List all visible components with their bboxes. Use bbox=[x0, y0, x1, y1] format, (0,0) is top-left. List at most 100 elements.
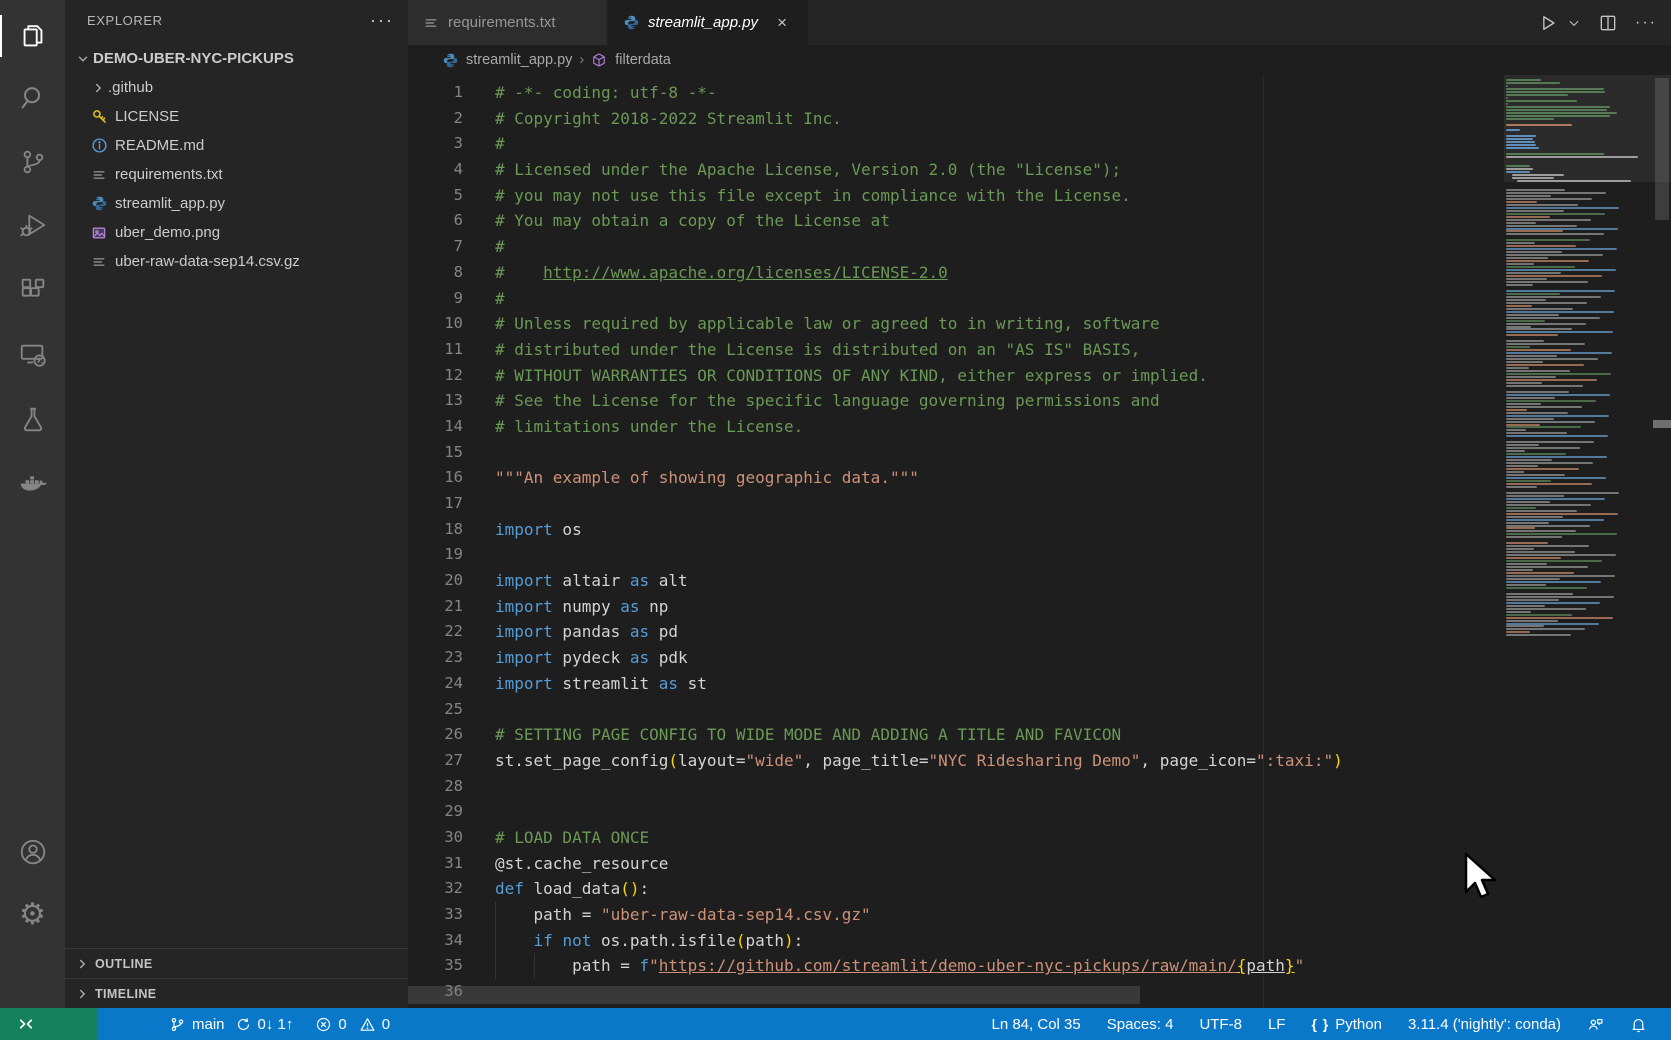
minimap-line bbox=[1506, 525, 1590, 527]
minimap-line bbox=[1506, 403, 1541, 405]
minimap-line bbox=[1506, 456, 1607, 458]
minimap-line bbox=[1506, 602, 1600, 604]
tree-item-readme-md[interactable]: README.md bbox=[65, 131, 408, 160]
code-editor[interactable]: 1# -*- coding: utf-8 -*-2# Copyright 201… bbox=[408, 75, 1671, 1008]
explorer-more-actions-icon[interactable]: ··· bbox=[370, 10, 394, 31]
chevron-right-icon bbox=[75, 957, 91, 971]
minimap-line bbox=[1506, 230, 1563, 232]
tab-requirements-txt[interactable]: requirements.txt bbox=[408, 0, 608, 45]
tab-close-icon[interactable]: × bbox=[772, 13, 792, 33]
minimap-line bbox=[1506, 293, 1560, 295]
chevron-right-icon bbox=[75, 987, 91, 1001]
code-line-34: 34 if not os.path.isfile(path): bbox=[408, 928, 1504, 954]
minimap-line bbox=[1506, 462, 1593, 464]
tree-item--github[interactable]: .github bbox=[65, 73, 408, 102]
python-interpreter-status[interactable]: 3.11.4 ('nightly': conda) bbox=[1408, 1016, 1561, 1033]
code-line-22: 22import pandas as pd bbox=[408, 619, 1504, 645]
bell-icon bbox=[1630, 1016, 1647, 1033]
code-text: # -*- coding: utf-8 -*- bbox=[495, 80, 717, 106]
tree-root-folder[interactable]: DEMO-UBER-NYC-PICKUPS bbox=[65, 44, 408, 73]
activity-bar-item-remote-explorer[interactable] bbox=[0, 326, 65, 384]
minimap-line bbox=[1506, 251, 1562, 253]
activity-bar-item-run-debug[interactable] bbox=[0, 196, 65, 254]
tree-item-uber-demo-png[interactable]: uber_demo.png bbox=[65, 218, 408, 247]
code-line-7: 7# bbox=[408, 234, 1504, 260]
tree-item-uber-raw-data-sep14-csv-gz[interactable]: uber-raw-data-sep14.csv.gz bbox=[65, 247, 408, 276]
code-text: path = "uber-raw-data-sep14.csv.gz" bbox=[495, 902, 871, 928]
minimap[interactable] bbox=[1504, 75, 1652, 1008]
overview-ruler-cursor-mark bbox=[1653, 420, 1671, 428]
tab-label: streamlit_app.py bbox=[648, 14, 758, 31]
code-line-25: 25 bbox=[408, 697, 1504, 723]
run-python-file-button[interactable] bbox=[1538, 13, 1558, 33]
minimap-line bbox=[1506, 216, 1550, 218]
remote-indicator[interactable] bbox=[0, 1008, 97, 1040]
git-branch-status[interactable]: main 0↓ 1↑ bbox=[169, 1016, 293, 1033]
minimap-line bbox=[1512, 177, 1554, 179]
tab-streamlit-app-py[interactable]: streamlit_app.py × bbox=[608, 0, 808, 45]
minimap-line bbox=[1506, 631, 1530, 633]
python-icon bbox=[442, 52, 459, 69]
feedback-button[interactable] bbox=[1587, 1016, 1604, 1033]
minimap-line bbox=[1506, 533, 1617, 535]
line-number: 3 bbox=[408, 131, 463, 157]
activity-bar-item-source-control[interactable] bbox=[0, 133, 65, 191]
sidebar-section-outline[interactable]: OUTLINE bbox=[65, 948, 408, 978]
minimap-line bbox=[1506, 254, 1603, 256]
breadcrumb-symbol[interactable]: filterdata bbox=[615, 52, 671, 68]
minimap-line bbox=[1506, 195, 1551, 197]
minimap-line bbox=[1506, 192, 1606, 194]
minimap-line bbox=[1506, 115, 1610, 117]
activity-bar-item-search[interactable] bbox=[0, 69, 65, 127]
code-line-17: 17 bbox=[408, 491, 1504, 517]
minimap-line bbox=[1506, 450, 1525, 452]
minimap-line bbox=[1506, 444, 1539, 446]
sidebar-section-timeline[interactable]: TIMELINE bbox=[65, 978, 408, 1008]
minimap-line bbox=[1506, 340, 1544, 342]
line-number: 24 bbox=[408, 671, 463, 697]
sidebar-sections: OUTLINETIMELINE bbox=[65, 948, 408, 1008]
encoding-status[interactable]: UTF-8 bbox=[1199, 1016, 1242, 1033]
breadcrumb-file[interactable]: streamlit_app.py bbox=[466, 52, 572, 68]
tree-item-streamlit-app-py[interactable]: streamlit_app.py bbox=[65, 189, 408, 218]
code-line-14: 14# limitations under the License. bbox=[408, 414, 1504, 440]
code-line-33: 33 path = "uber-raw-data-sep14.csv.gz" bbox=[408, 902, 1504, 928]
status-bar-right: Ln 84, Col 35 Spaces: 4 UTF-8 LF { } Pyt… bbox=[991, 1008, 1671, 1040]
minimap-line bbox=[1506, 91, 1605, 93]
run-dropdown-chevron-icon[interactable] bbox=[1567, 16, 1581, 30]
minimap-line bbox=[1506, 367, 1529, 369]
activity-bar-item-account[interactable] bbox=[0, 823, 65, 881]
minimap-line bbox=[1506, 432, 1567, 434]
minimap-line bbox=[1506, 480, 1551, 482]
activity-bar-item-files[interactable] bbox=[0, 7, 65, 65]
line-number: 5 bbox=[408, 183, 463, 209]
vertical-scrollbar-thumb[interactable] bbox=[1655, 78, 1669, 220]
activity-bar-item-settings-gear[interactable]: ⚙ bbox=[0, 886, 65, 944]
cursor-position-status[interactable]: Ln 84, Col 35 bbox=[991, 1016, 1080, 1033]
line-number: 28 bbox=[408, 774, 463, 800]
minimap-line bbox=[1506, 421, 1595, 423]
tree-item-requirements-txt[interactable]: requirements.txt bbox=[65, 160, 408, 189]
remote-icon bbox=[17, 1015, 35, 1033]
activity-bar-item-docker[interactable] bbox=[0, 455, 65, 513]
minimap-line bbox=[1506, 213, 1605, 215]
tab-bar: requirements.txt streamlit_app.py × bbox=[408, 0, 1671, 45]
language-mode-status[interactable]: { } Python bbox=[1311, 1016, 1382, 1033]
minimap-line bbox=[1506, 495, 1564, 497]
activity-bar-item-extensions[interactable] bbox=[0, 261, 65, 319]
minimap-line bbox=[1506, 504, 1591, 506]
line-number: 18 bbox=[408, 517, 463, 543]
problems-status[interactable]: 0 0 bbox=[315, 1016, 390, 1033]
tree-item-license[interactable]: LICENSE bbox=[65, 102, 408, 131]
activity-bar-item-testing[interactable] bbox=[0, 390, 65, 448]
minimap-line bbox=[1506, 97, 1508, 99]
notifications-button[interactable] bbox=[1630, 1016, 1647, 1033]
eol-status[interactable]: LF bbox=[1268, 1016, 1286, 1033]
minimap-line bbox=[1506, 278, 1547, 280]
split-editor-button[interactable] bbox=[1598, 13, 1618, 33]
indentation-status[interactable]: Spaces: 4 bbox=[1107, 1016, 1174, 1033]
horizontal-scrollbar-thumb[interactable] bbox=[408, 986, 1140, 1004]
more-actions-icon[interactable]: ··· bbox=[1635, 14, 1657, 32]
minimap-line bbox=[1506, 611, 1531, 613]
minimap-line bbox=[1506, 557, 1561, 559]
